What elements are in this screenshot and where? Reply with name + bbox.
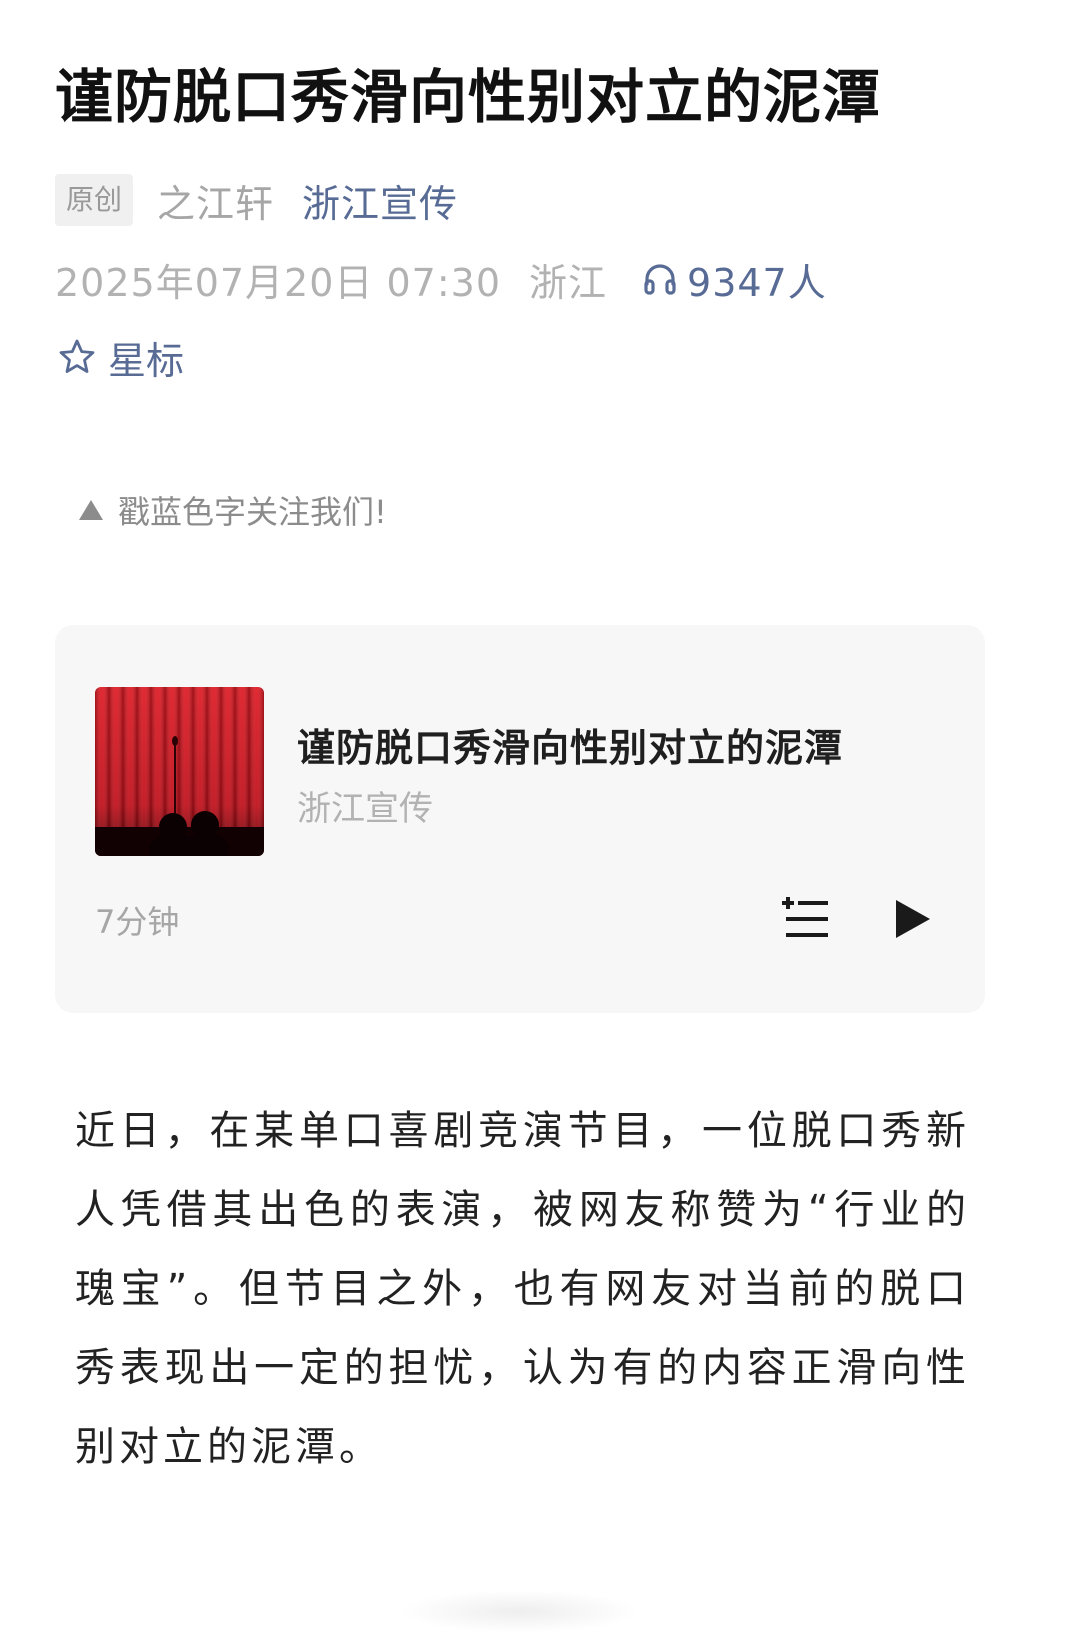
account-name-link[interactable]: 浙江宣传 [302, 173, 458, 228]
star-label: 星标 [108, 338, 185, 383]
triangle-up-icon [79, 500, 103, 520]
listen-count: 9347人 [687, 260, 827, 305]
headphones-icon [644, 264, 676, 295]
article-title: 谨防脱口秀滑向性别对立的泥潭 [55, 63, 882, 131]
listen-count-button[interactable]: 9347人 [641, 252, 827, 307]
audio-source: 浙江宣传 [297, 789, 433, 829]
audio-cover-image [95, 687, 264, 856]
publish-info-row: 2025年07月20日 07:30 浙江 9347人 [55, 253, 827, 305]
play-button[interactable] [891, 897, 933, 941]
original-badge: 原创 [55, 174, 134, 226]
star-outline-icon [59, 339, 95, 373]
publish-location: 浙江 [529, 260, 608, 305]
play-icon [896, 900, 930, 938]
article-meta-row: 原创 之江轩 浙江宣传 [55, 172, 458, 228]
publish-date: 2025年07月20日 07:30 [55, 260, 502, 305]
audio-card[interactable]: 谨防脱口秀滑向性别对立的泥潭 浙江宣传 7分钟 [55, 625, 985, 1013]
article-paragraph: 近日，在某单口喜剧竞演节目，一位脱口秀新人凭借其出色的表演，被网友称赞为“行业的… [75, 1108, 970, 1470]
star-button[interactable]: 星标 [58, 332, 185, 383]
author-name: 之江轩 [157, 181, 275, 226]
follow-tip: 戳蓝色字关注我们! [78, 486, 387, 534]
audio-title: 谨防脱口秀滑向性别对立的泥潭 [297, 726, 844, 770]
add-to-playlist-icon [782, 897, 828, 937]
follow-tip-text: 戳蓝色字关注我们! [118, 493, 387, 531]
audio-duration: 7分钟 [95, 903, 180, 941]
add-to-playlist-button[interactable] [780, 893, 832, 941]
bottom-fade-decoration [400, 1590, 640, 1633]
